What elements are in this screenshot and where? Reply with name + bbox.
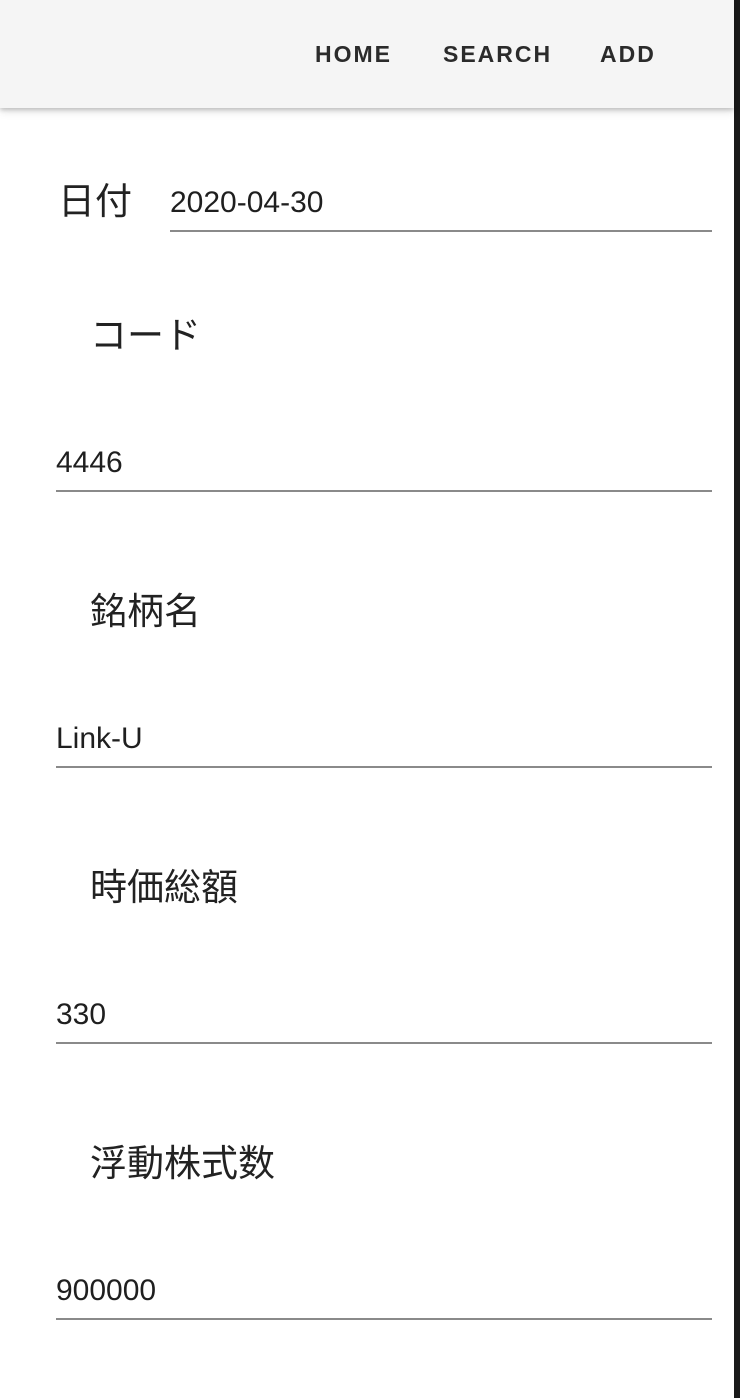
window-edge bbox=[734, 0, 740, 1398]
float-shares-label: 浮動株式数 bbox=[90, 1142, 275, 1185]
nav-home-button[interactable]: HOME bbox=[315, 36, 392, 72]
market-cap-label: 時価総額 bbox=[90, 866, 238, 909]
market-cap-input[interactable] bbox=[56, 988, 712, 1044]
page: HOME SEARCH ADD 日付 コード 銘柄名 時価総額 浮動株式数 bbox=[0, 0, 740, 1398]
nav-add-button[interactable]: ADD bbox=[600, 36, 656, 72]
nav-search-button[interactable]: SEARCH bbox=[443, 36, 552, 72]
code-label: コード bbox=[90, 314, 201, 357]
date-input[interactable] bbox=[170, 176, 712, 232]
stock-name-input[interactable] bbox=[56, 712, 712, 768]
app-bar: HOME SEARCH ADD bbox=[0, 0, 734, 108]
date-label: 日付 bbox=[58, 180, 132, 223]
stock-name-label: 銘柄名 bbox=[90, 590, 201, 633]
code-input[interactable] bbox=[56, 436, 712, 492]
float-shares-input[interactable] bbox=[56, 1264, 712, 1320]
